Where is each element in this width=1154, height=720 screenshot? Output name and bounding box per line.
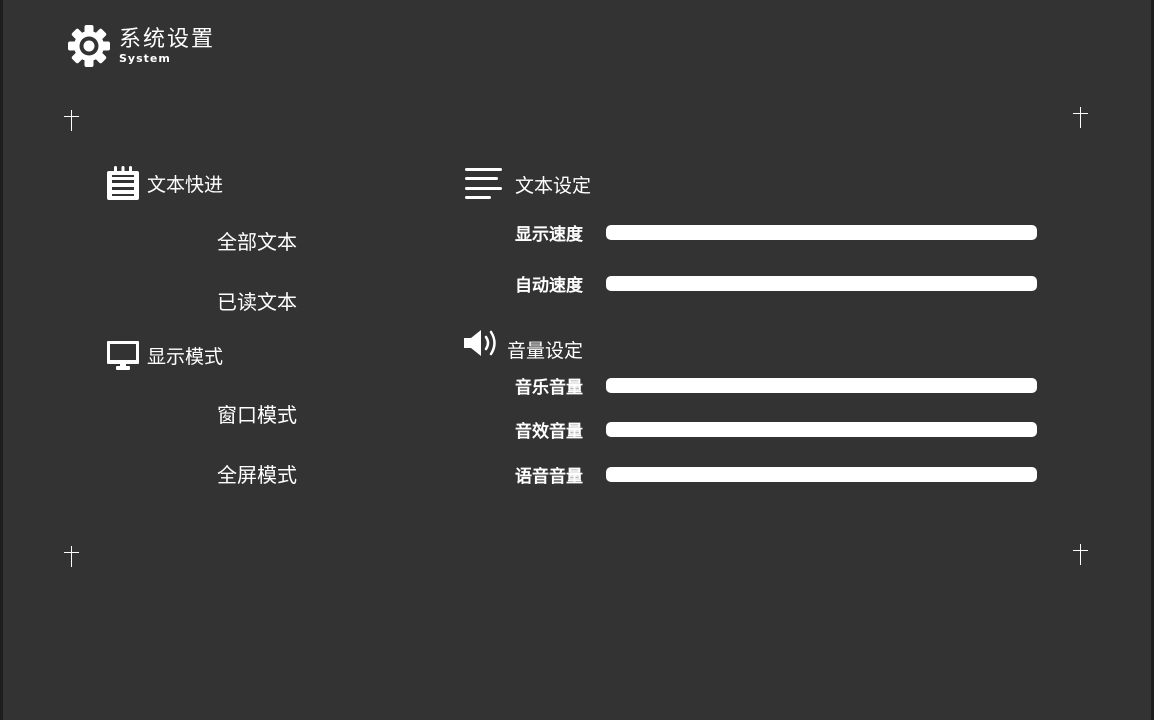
- page-header: 系统设置 System: [67, 24, 215, 68]
- text-settings-label: 文本设定: [515, 174, 592, 197]
- corner-mark-bottom-left: [64, 546, 79, 567]
- page-title: 系统设置: [119, 27, 216, 52]
- volume-settings-label: 音量设定: [507, 340, 584, 362]
- sfx-volume-label: 音效音量: [515, 421, 583, 442]
- display-mode-label: 显示模式: [147, 346, 224, 368]
- slider-row-music-volume: 音乐音量: [515, 373, 1037, 398]
- slider-row-sfx-volume: 音效音量: [515, 417, 1037, 442]
- auto-speed-label: 自动速度: [515, 275, 583, 296]
- volume-settings-section-title: 音量设定: [463, 322, 583, 363]
- sfx-volume-slider[interactable]: [606, 421, 1037, 437]
- corner-mark-bottom-right: [1073, 544, 1088, 565]
- music-volume-label: 音乐音量: [515, 377, 583, 398]
- menu-item-read-text[interactable]: 已读文本: [217, 286, 297, 315]
- notepad-icon: [107, 166, 139, 200]
- display-speed-slider[interactable]: [606, 224, 1037, 240]
- auto-speed-slider[interactable]: [606, 275, 1037, 291]
- voice-volume-slider[interactable]: [606, 466, 1037, 482]
- text-settings-section-title: 文本设定: [465, 168, 591, 200]
- corner-mark-top-left: [64, 110, 79, 131]
- slider-row-voice-volume: 语音音量: [515, 462, 1037, 487]
- gear-icon: [68, 25, 110, 67]
- slider-row-display-speed: 显示速度: [515, 220, 1037, 245]
- menu-item-window-mode[interactable]: 窗口模式: [217, 399, 297, 428]
- slider-row-auto-speed: 自动速度: [515, 271, 1037, 296]
- corner-mark-top-right: [1073, 107, 1088, 128]
- menu-item-fullscreen-mode[interactable]: 全屏模式: [217, 459, 297, 488]
- monitor-icon: [107, 341, 139, 370]
- lines-icon: [465, 168, 502, 199]
- voice-volume-label: 语音音量: [515, 466, 583, 487]
- settings-screen: 系统设置 System 文本快进 全部文本 已读文本 显示模式 窗口模式 全屏模…: [3, 0, 1151, 720]
- display-mode-section-title: 显示模式: [107, 341, 223, 370]
- page-subtitle: System: [119, 52, 171, 65]
- text-skip-label: 文本快进: [147, 173, 224, 196]
- speaker-icon: [464, 329, 496, 356]
- menu-item-all-text[interactable]: 全部文本: [217, 226, 297, 255]
- display-speed-label: 显示速度: [515, 224, 583, 245]
- text-skip-section-title: 文本快进: [107, 166, 223, 200]
- music-volume-slider[interactable]: [606, 377, 1037, 393]
